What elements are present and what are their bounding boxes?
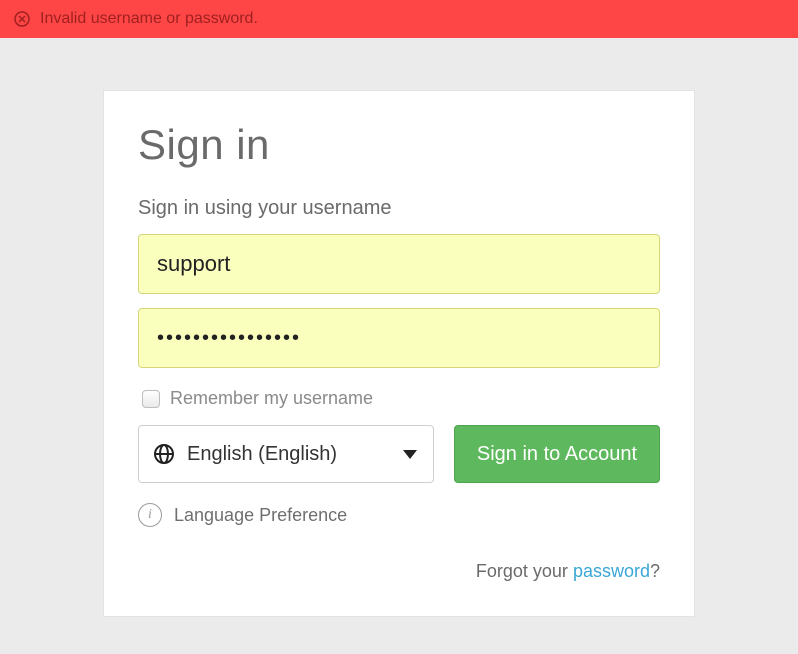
error-banner: Invalid username or password. xyxy=(0,0,798,38)
page-title: Sign in xyxy=(138,121,660,169)
remember-label: Remember my username xyxy=(170,388,373,409)
forgot-suffix: ? xyxy=(650,561,660,581)
signin-card: Sign in Sign in using your username Reme… xyxy=(103,90,695,617)
chevron-down-icon xyxy=(403,450,417,459)
language-select[interactable]: English (English) xyxy=(138,425,434,483)
info-icon: i xyxy=(138,503,162,527)
username-input[interactable] xyxy=(138,234,660,294)
language-preference-row: i Language Preference xyxy=(138,503,660,527)
forgot-password-row: Forgot your password? xyxy=(138,561,660,582)
action-row: English (English) Sign in to Account xyxy=(138,425,660,483)
remember-checkbox[interactable] xyxy=(142,390,160,408)
forgot-password-link[interactable]: password xyxy=(573,561,650,581)
globe-icon xyxy=(153,443,175,465)
card-container: Sign in Sign in using your username Reme… xyxy=(0,38,798,617)
signin-button[interactable]: Sign in to Account xyxy=(454,425,660,483)
password-input[interactable] xyxy=(138,308,660,368)
language-preference-label: Language Preference xyxy=(174,505,347,526)
forgot-prefix: Forgot your xyxy=(476,561,573,581)
error-icon xyxy=(14,11,30,27)
language-selected-label: English (English) xyxy=(187,443,337,466)
signin-subtitle: Sign in using your username xyxy=(138,197,660,220)
remember-row[interactable]: Remember my username xyxy=(142,388,660,409)
error-message: Invalid username or password. xyxy=(40,10,258,28)
